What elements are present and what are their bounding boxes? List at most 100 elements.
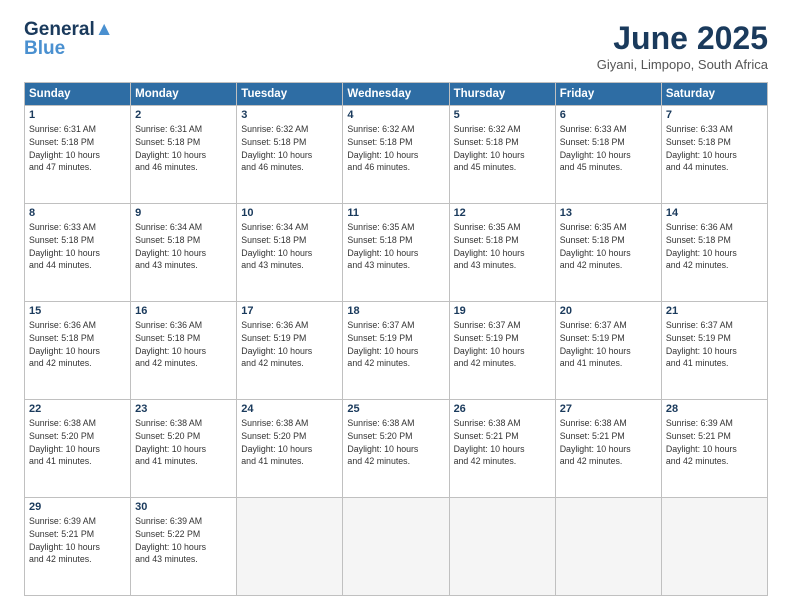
day-number: 28: [666, 403, 763, 415]
day-number: 5: [454, 109, 551, 121]
day-5: 5 Sunrise: 6:32 AMSunset: 5:18 PMDaylight…: [449, 106, 555, 204]
day-number: 2: [135, 109, 232, 121]
empty-cell: [555, 498, 661, 596]
col-header-wednesday: Wednesday: [343, 83, 449, 106]
day-23: 23 Sunrise: 6:38 AMSunset: 5:20 PMDayligh…: [131, 400, 237, 498]
day-number: 9: [135, 207, 232, 219]
col-header-friday: Friday: [555, 83, 661, 106]
day-3: 3 Sunrise: 6:32 AMSunset: 5:18 PMDaylight…: [237, 106, 343, 204]
logo: General▲ Blue: [24, 20, 114, 60]
col-header-tuesday: Tuesday: [237, 83, 343, 106]
day-number: 30: [135, 501, 232, 513]
day-info: Sunrise: 6:32 AMSunset: 5:18 PMDaylight:…: [454, 123, 551, 174]
day-number: 17: [241, 305, 338, 317]
day-number: 6: [560, 109, 657, 121]
col-header-saturday: Saturday: [661, 83, 767, 106]
day-info: Sunrise: 6:37 AMSunset: 5:19 PMDaylight:…: [347, 319, 444, 370]
day-24: 24 Sunrise: 6:38 AMSunset: 5:20 PMDayligh…: [237, 400, 343, 498]
day-7: 7 Sunrise: 6:33 AMSunset: 5:18 PMDaylight…: [661, 106, 767, 204]
page: General▲ Blue June 2025 Giyani, Limpopo,…: [0, 0, 792, 612]
col-header-sunday: Sunday: [25, 83, 131, 106]
day-9: 9 Sunrise: 6:34 AMSunset: 5:18 PMDaylight…: [131, 204, 237, 302]
day-info: Sunrise: 6:35 AMSunset: 5:18 PMDaylight:…: [560, 221, 657, 272]
day-number: 18: [347, 305, 444, 317]
day-info: Sunrise: 6:35 AMSunset: 5:18 PMDaylight:…: [454, 221, 551, 272]
day-info: Sunrise: 6:32 AMSunset: 5:18 PMDaylight:…: [241, 123, 338, 174]
day-number: 8: [29, 207, 126, 219]
day-info: Sunrise: 6:33 AMSunset: 5:18 PMDaylight:…: [560, 123, 657, 174]
day-info: Sunrise: 6:36 AMSunset: 5:18 PMDaylight:…: [666, 221, 763, 272]
day-12: 12 Sunrise: 6:35 AMSunset: 5:18 PMDayligh…: [449, 204, 555, 302]
day-info: Sunrise: 6:36 AMSunset: 5:18 PMDaylight:…: [135, 319, 232, 370]
day-info: Sunrise: 6:39 AMSunset: 5:21 PMDaylight:…: [29, 515, 126, 566]
day-18: 18 Sunrise: 6:37 AMSunset: 5:19 PMDayligh…: [343, 302, 449, 400]
day-15: 15 Sunrise: 6:36 AMSunset: 5:18 PMDayligh…: [25, 302, 131, 400]
day-number: 1: [29, 109, 126, 121]
day-info: Sunrise: 6:38 AMSunset: 5:21 PMDaylight:…: [454, 417, 551, 468]
day-2: 2 Sunrise: 6:31 AMSunset: 5:18 PMDaylight…: [131, 106, 237, 204]
day-info: Sunrise: 6:32 AMSunset: 5:18 PMDaylight:…: [347, 123, 444, 174]
day-6: 6 Sunrise: 6:33 AMSunset: 5:18 PMDaylight…: [555, 106, 661, 204]
day-19: 19Sunrise: 6:37 AMSunset: 5:19 PMDayligh…: [449, 302, 555, 400]
day-number: 26: [454, 403, 551, 415]
day-number: 12: [454, 207, 551, 219]
day-11: 11Sunrise: 6:35 AMSunset: 5:18 PMDayligh…: [343, 204, 449, 302]
day-number: 20: [560, 305, 657, 317]
day-13: 13Sunrise: 6:35 AMSunset: 5:18 PMDayligh…: [555, 204, 661, 302]
day-22: 22 Sunrise: 6:38 AMSunset: 5:20 PMDayligh…: [25, 400, 131, 498]
header-row: SundayMondayTuesdayWednesdayThursdayFrid…: [25, 83, 768, 106]
day-28: 28Sunrise: 6:39 AMSunset: 5:21 PMDayligh…: [661, 400, 767, 498]
logo-blue: Blue: [24, 39, 65, 60]
day-16: 16 Sunrise: 6:36 AMSunset: 5:18 PMDayligh…: [131, 302, 237, 400]
empty-cell: [237, 498, 343, 596]
day-info: Sunrise: 6:31 AMSunset: 5:18 PMDaylight:…: [29, 123, 126, 174]
day-20: 20 Sunrise: 6:37 AMSunset: 5:19 PMDayligh…: [555, 302, 661, 400]
day-21: 21 Sunrise: 6:37 AMSunset: 5:19 PMDayligh…: [661, 302, 767, 400]
day-30: 30Sunrise: 6:39 AMSunset: 5:22 PMDayligh…: [131, 498, 237, 596]
day-29: 29 Sunrise: 6:39 AMSunset: 5:21 PMDayligh…: [25, 498, 131, 596]
day-26: 26 Sunrise: 6:38 AMSunset: 5:21 PMDayligh…: [449, 400, 555, 498]
day-number: 25: [347, 403, 444, 415]
day-number: 23: [135, 403, 232, 415]
day-info: Sunrise: 6:33 AMSunset: 5:18 PMDaylight:…: [666, 123, 763, 174]
day-info: Sunrise: 6:34 AMSunset: 5:18 PMDaylight:…: [241, 221, 338, 272]
day-info: Sunrise: 6:38 AMSunset: 5:21 PMDaylight:…: [560, 417, 657, 468]
day-number: 4: [347, 109, 444, 121]
col-header-thursday: Thursday: [449, 83, 555, 106]
day-info: Sunrise: 6:38 AMSunset: 5:20 PMDaylight:…: [135, 417, 232, 468]
day-27: 27Sunrise: 6:38 AMSunset: 5:21 PMDayligh…: [555, 400, 661, 498]
day-10: 10 Sunrise: 6:34 AMSunset: 5:18 PMDayligh…: [237, 204, 343, 302]
calendar-table: SundayMondayTuesdayWednesdayThursdayFrid…: [24, 82, 768, 596]
day-info: Sunrise: 6:38 AMSunset: 5:20 PMDaylight:…: [347, 417, 444, 468]
empty-cell: [449, 498, 555, 596]
day-number: 21: [666, 305, 763, 317]
header: General▲ Blue June 2025 Giyani, Limpopo,…: [24, 20, 768, 72]
day-number: 15: [29, 305, 126, 317]
day-info: Sunrise: 6:36 AMSunset: 5:19 PMDaylight:…: [241, 319, 338, 370]
day-info: Sunrise: 6:38 AMSunset: 5:20 PMDaylight:…: [241, 417, 338, 468]
day-info: Sunrise: 6:33 AMSunset: 5:18 PMDaylight:…: [29, 221, 126, 272]
day-info: Sunrise: 6:37 AMSunset: 5:19 PMDaylight:…: [666, 319, 763, 370]
day-info: Sunrise: 6:34 AMSunset: 5:18 PMDaylight:…: [135, 221, 232, 272]
location-subtitle: Giyani, Limpopo, South Africa: [597, 57, 768, 72]
day-number: 7: [666, 109, 763, 121]
day-8: 8 Sunrise: 6:33 AMSunset: 5:18 PMDaylight…: [25, 204, 131, 302]
day-4: 4 Sunrise: 6:32 AMSunset: 5:18 PMDaylight…: [343, 106, 449, 204]
day-number: 29: [29, 501, 126, 513]
empty-cell: [661, 498, 767, 596]
day-number: 24: [241, 403, 338, 415]
day-info: Sunrise: 6:31 AMSunset: 5:18 PMDaylight:…: [135, 123, 232, 174]
day-number: 22: [29, 403, 126, 415]
day-number: 10: [241, 207, 338, 219]
day-number: 14: [666, 207, 763, 219]
day-17: 17 Sunrise: 6:36 AMSunset: 5:19 PMDayligh…: [237, 302, 343, 400]
empty-cell: [343, 498, 449, 596]
day-25: 25 Sunrise: 6:38 AMSunset: 5:20 PMDayligh…: [343, 400, 449, 498]
day-info: Sunrise: 6:37 AMSunset: 5:19 PMDaylight:…: [560, 319, 657, 370]
day-number: 3: [241, 109, 338, 121]
day-info: Sunrise: 6:36 AMSunset: 5:18 PMDaylight:…: [29, 319, 126, 370]
day-info: Sunrise: 6:38 AMSunset: 5:20 PMDaylight:…: [29, 417, 126, 468]
title-block: June 2025 Giyani, Limpopo, South Africa: [597, 20, 768, 72]
day-number: 11: [347, 207, 444, 219]
day-number: 16: [135, 305, 232, 317]
